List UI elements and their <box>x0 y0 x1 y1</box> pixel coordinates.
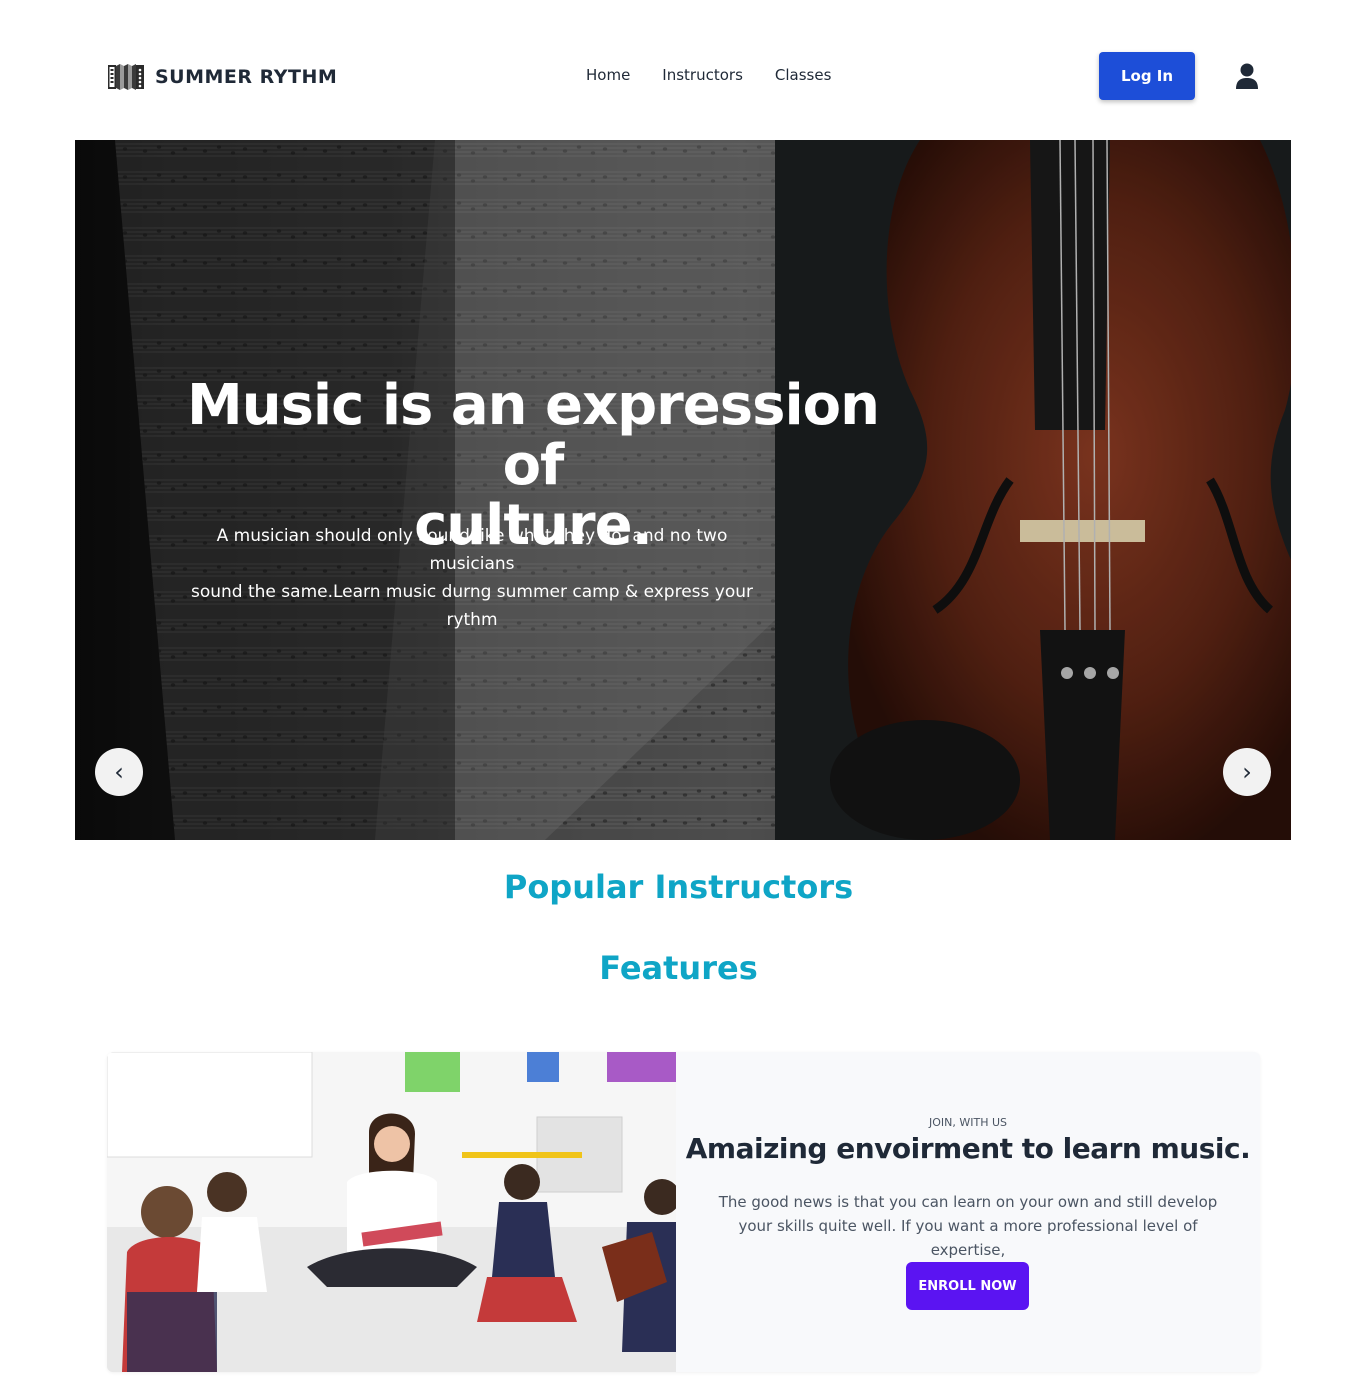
hero-carousel: Music is an expression of culture. A mus… <box>75 140 1291 840</box>
hero-subtitle-line-2: sound the same.Learn music durng summer … <box>190 582 754 602</box>
nav-instructors-link[interactable]: Instructors <box>662 66 743 84</box>
enroll-now-button[interactable]: ENROLL NOW <box>906 1262 1029 1310</box>
features-heading: Features <box>599 949 758 987</box>
hero-subtitle-line-3: rythm <box>446 610 498 630</box>
nav-classes-link[interactable]: Classes <box>775 66 832 84</box>
carousel-prev-button[interactable]: ‹ <box>95 748 143 796</box>
accordion-icon <box>108 64 144 90</box>
user-icon[interactable] <box>1233 62 1261 90</box>
brand[interactable]: SUMMER RYTHM <box>107 60 337 94</box>
hero-title-line-1: Music is an expression of <box>187 373 880 498</box>
classroom-photo <box>107 1052 676 1372</box>
brand-name: SUMMER RYTHM <box>155 66 338 88</box>
hero-subtitle-line-1: A musician should only sound like what t… <box>216 526 728 574</box>
main-nav: Home Instructors Classes <box>586 66 831 84</box>
navbar: SUMMER RYTHM Home Instructors Classes Lo… <box>0 0 1357 140</box>
feature-title: Amaizing envoirment to learn music. <box>685 1132 1251 1165</box>
feature-body: JOIN, WITH US Amaizing envoirment to lea… <box>676 1052 1260 1372</box>
feature-description: The good news is that you can learn on y… <box>718 1193 1218 1259</box>
hero-subtitle: A musician should only sound like what t… <box>187 522 757 634</box>
carousel-next-button[interactable]: › <box>1223 748 1271 796</box>
nav-home-link[interactable]: Home <box>586 66 630 84</box>
popular-instructors-heading: Popular Instructors <box>503 868 854 906</box>
feature-card: JOIN, WITH US Amaizing envoirment to lea… <box>107 1052 1260 1372</box>
login-button[interactable]: Log In <box>1099 52 1195 100</box>
feature-kicker: JOIN, WITH US <box>928 1116 1007 1129</box>
